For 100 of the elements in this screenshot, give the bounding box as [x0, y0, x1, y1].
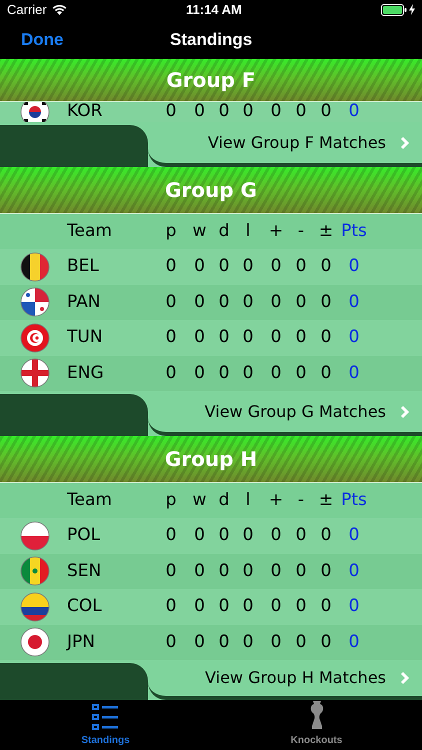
stat-cell-text: 0: [320, 630, 332, 654]
stat-cell-text: 0: [296, 255, 306, 278]
points-cell-text: 0: [348, 595, 360, 618]
stat-cell: 0: [296, 102, 306, 122]
stat-cell: 0: [270, 102, 282, 122]
column-header: -: [298, 488, 304, 512]
stat-cell-text: 0: [242, 560, 254, 582]
stat-cell-text: 0: [270, 290, 282, 314]
stat-cell-text: 0: [194, 290, 205, 314]
team-code: ENG: [67, 362, 104, 382]
stat-cell-text: 0: [194, 362, 205, 384]
stat-cell-text: 0: [218, 560, 230, 582]
stat-cell-text: 0: [242, 290, 254, 314]
stat-cell: 0: [166, 102, 176, 122]
stat-cell-text: 0: [242, 362, 254, 384]
chevron-icon[interactable]: [400, 404, 410, 418]
column-header: ±: [318, 488, 334, 512]
points-cell-text: 0: [348, 524, 360, 547]
stat-cell-text: 0: [194, 560, 205, 582]
charging-bolt-icon: [409, 4, 415, 16]
done-button[interactable]: Done: [21, 26, 64, 52]
stat-cell-text: 0: [242, 595, 254, 618]
stat-cell-text: 0: [296, 290, 306, 314]
stat-cell-text: 0: [166, 560, 176, 582]
column-header: Team: [67, 490, 112, 510]
column-header: d: [218, 488, 230, 512]
points-cell-text: 0: [348, 255, 360, 278]
stat-cell-text: 0: [218, 362, 230, 384]
stat-cell-text: 0: [296, 362, 306, 384]
column-header: w: [192, 488, 206, 512]
stat-cell-text: 0: [242, 630, 254, 654]
stat-cell-text: 0: [166, 290, 176, 314]
stat-cell-text: 0: [194, 630, 205, 654]
team-code: PAN: [67, 292, 101, 312]
group-title: Group F: [166, 67, 256, 94]
chevron-icon[interactable]: [400, 671, 410, 685]
column-header: l: [246, 488, 250, 512]
stat-cell-text: 0: [296, 524, 306, 547]
stat-cell-text: 0: [320, 595, 332, 618]
screen-title: Standings: [170, 28, 252, 51]
stat-cell-text: 0: [242, 326, 254, 349]
column-header: w: [192, 220, 206, 243]
team-code: SEN: [67, 560, 102, 580]
stat-cell-text: 0: [320, 290, 332, 314]
stat-cell-text: 0: [166, 255, 176, 278]
stat-cell-text: 0: [194, 524, 205, 547]
flag-icon: [20, 287, 50, 318]
team-code: TUN: [67, 327, 103, 347]
column-header: Pts: [341, 220, 367, 243]
points-cell-text: 0: [348, 560, 360, 582]
stat-cell-text: 0: [218, 290, 230, 314]
flag-icon: [20, 520, 50, 551]
stat-cell-text: 0: [166, 595, 176, 618]
stat-cell-text: 0: [320, 560, 332, 582]
stat-cell-text: 0: [320, 524, 332, 547]
team-code: COL: [67, 596, 102, 616]
column-header: ±: [318, 220, 334, 243]
stat-cell-text: 0: [166, 362, 176, 384]
stat-cell-text: 0: [270, 595, 282, 618]
stat-cell-text: 0: [166, 524, 176, 547]
tab-item[interactable]: Knockouts: [211, 700, 422, 750]
column-header: +: [268, 220, 284, 243]
stat-cell-text: 0: [218, 595, 230, 618]
stat-cell-text: 0: [320, 326, 332, 349]
stat-cell-text: 0: [218, 326, 230, 349]
stat-cell-text: 0: [166, 630, 176, 654]
stat-cell-text: 0: [270, 326, 282, 349]
stat-cell-text: 0: [270, 560, 282, 582]
stat-cell-text: 0: [270, 524, 282, 547]
wifi-icon: [52, 4, 67, 16]
group-title: Group H: [164, 446, 258, 473]
stat-cell: 0: [320, 102, 332, 122]
stat-cell-text: 0: [296, 560, 306, 582]
stat-cell: 0: [242, 102, 254, 122]
stat-cell-text: 0: [296, 630, 306, 654]
team-code: JPN: [67, 632, 95, 652]
team-code: POL: [67, 525, 100, 545]
flag-icon: [20, 592, 50, 622]
stat-cell-text: 0: [166, 326, 176, 349]
stat-cell-text: 0: [218, 255, 230, 278]
stat-cell-text: 0: [242, 524, 254, 547]
column-header: p: [166, 488, 176, 512]
stat-cell-text: 0: [218, 524, 230, 547]
tab-item[interactable]: Standings: [0, 700, 211, 750]
stat-cell-text: 0: [320, 255, 332, 278]
chevron-icon[interactable]: [400, 136, 410, 150]
team-code: BEL: [67, 256, 99, 276]
flag-icon: [20, 627, 50, 658]
group-title: Group G: [165, 177, 257, 204]
stat-cell-text: 0: [242, 255, 254, 278]
points-cell: 0: [348, 102, 360, 122]
stat-cell-text: 0: [194, 595, 205, 618]
column-header: p: [166, 220, 176, 243]
stat-cell-text: 0: [270, 362, 282, 384]
flag-icon: [20, 322, 50, 353]
column-header: l: [246, 220, 250, 243]
stat-cell: 0: [218, 102, 230, 122]
flag-icon: [20, 358, 50, 388]
stat-cell-text: 0: [194, 255, 205, 278]
team-code: KOR: [67, 102, 102, 122]
